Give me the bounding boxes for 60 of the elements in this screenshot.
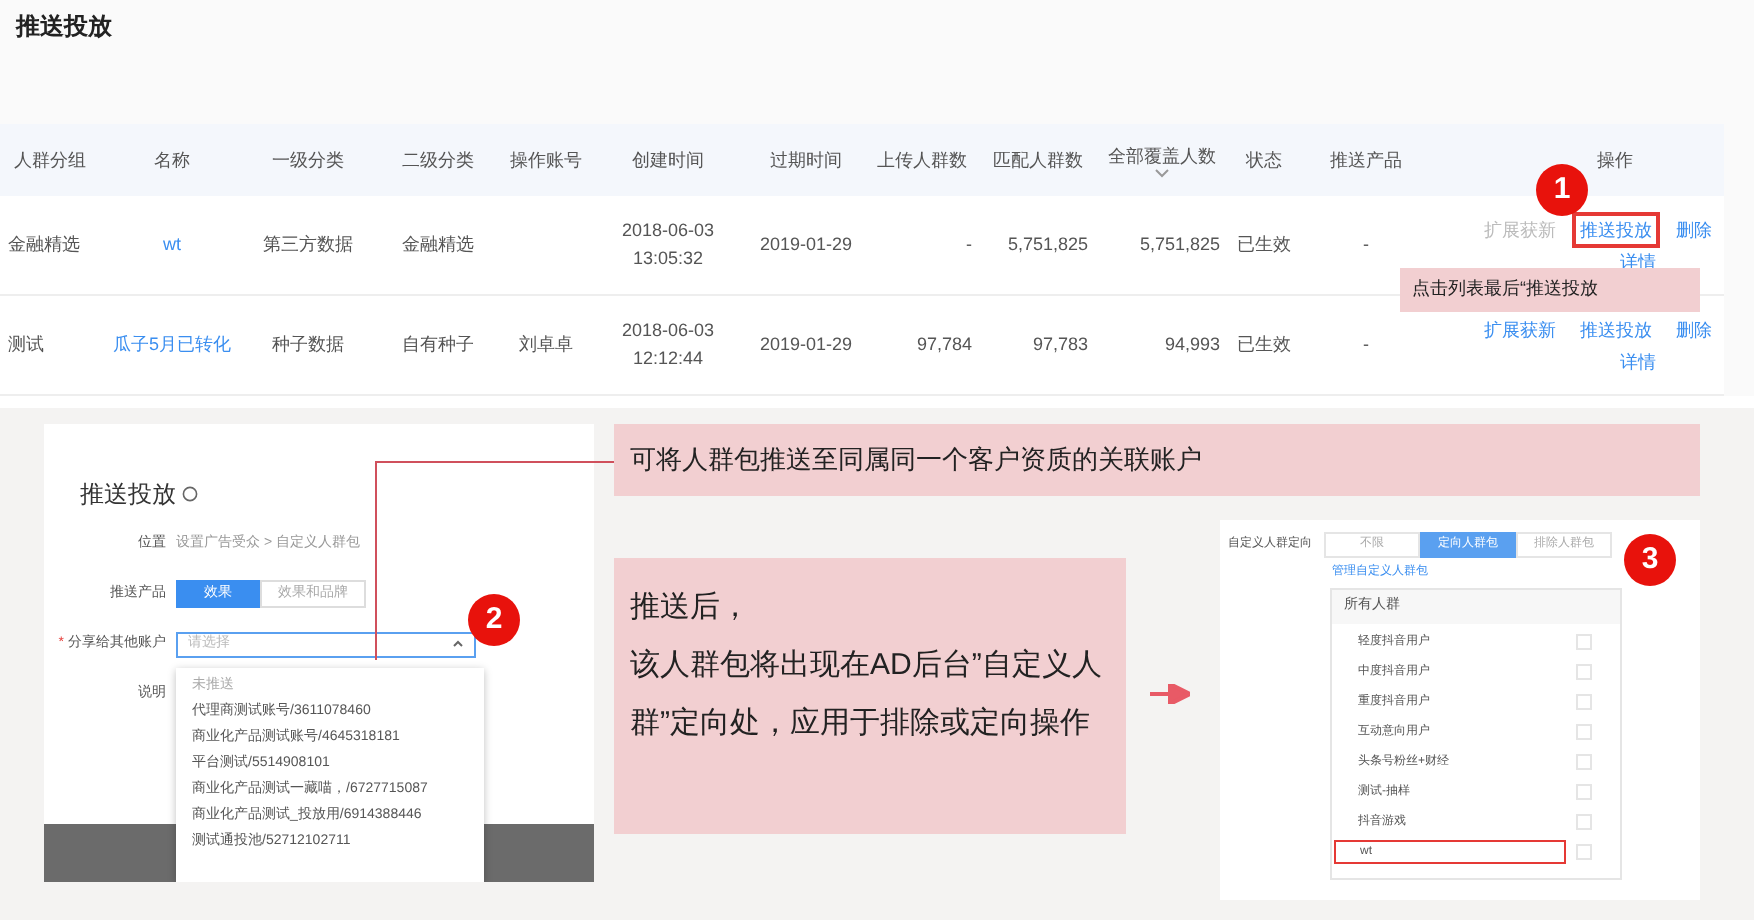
checkbox[interactable] bbox=[1576, 814, 1592, 830]
column-header: 名称 bbox=[154, 148, 190, 172]
table-cell: 94,993 bbox=[1164, 333, 1220, 354]
table-cell: - bbox=[966, 233, 972, 254]
table-cell: 5,751,825 bbox=[1139, 233, 1220, 254]
table-cell: 97,784 bbox=[916, 333, 972, 354]
action-link[interactable]: 扩展获新 bbox=[1480, 315, 1560, 343]
page-title: 推送投放 bbox=[16, 10, 114, 44]
checkbox[interactable] bbox=[1576, 634, 1592, 650]
table-cell: 测试 bbox=[8, 333, 44, 354]
help-icon[interactable] bbox=[182, 486, 198, 502]
column-header: 上传人群数 bbox=[877, 148, 967, 172]
sort-caret-icon[interactable] bbox=[1154, 167, 1170, 177]
step-badge: 3 bbox=[1624, 534, 1676, 586]
column-header: 过期时间 bbox=[770, 148, 842, 172]
table-cell: 金融精选 bbox=[402, 233, 474, 254]
column-header: 状态 bbox=[1246, 148, 1282, 172]
table-cell: 自有种子 bbox=[402, 333, 474, 354]
column-header: 操作 bbox=[1597, 148, 1633, 172]
column-header: 人群分组 bbox=[14, 148, 86, 172]
action-link[interactable]: 推送投放 bbox=[1576, 315, 1656, 343]
table-cell: 2018-06-03 12:12:44 bbox=[621, 320, 715, 367]
action-link[interactable]: 推送投放 bbox=[1576, 215, 1656, 243]
column-header: 二级分类 bbox=[402, 148, 474, 172]
checkbox[interactable] bbox=[1576, 664, 1592, 680]
column-header: 匹配人群数 bbox=[993, 148, 1083, 172]
table-cell: - bbox=[1363, 333, 1369, 354]
checkbox[interactable] bbox=[1576, 724, 1592, 740]
table-cell: 2018-06-03 13:05:32 bbox=[621, 220, 715, 267]
table-cell: 金融精选 bbox=[8, 233, 80, 254]
table-cell: 已生效 bbox=[1237, 233, 1291, 254]
checkbox[interactable] bbox=[1576, 844, 1592, 860]
column-header: 推送产品 bbox=[1330, 148, 1402, 172]
table-cell: 第三方数据 bbox=[263, 233, 353, 254]
column-header: 创建时间 bbox=[632, 148, 704, 172]
table-cell: 5,751,825 bbox=[1007, 233, 1088, 254]
table-cell[interactable]: wt bbox=[163, 233, 181, 254]
column-header: 操作账号 bbox=[510, 148, 582, 172]
arrow-icon bbox=[1150, 684, 1190, 704]
action-link[interactable]: 详情 bbox=[1616, 347, 1660, 375]
checkbox[interactable] bbox=[1576, 754, 1592, 770]
table-cell: - bbox=[1363, 233, 1369, 254]
checkbox[interactable] bbox=[1576, 784, 1592, 800]
action-link[interactable]: 删除 bbox=[1672, 315, 1716, 343]
table-cell: 已生效 bbox=[1237, 333, 1291, 354]
callout-note: 推送后， 该人群包将出现在AD后台”自定义人群”定向处，应用于排除或定向操作 bbox=[614, 558, 1126, 834]
table-cell: 2019-01-29 bbox=[759, 233, 853, 254]
action-link[interactable]: 删除 bbox=[1672, 215, 1716, 243]
column-header: 全部覆盖人数 bbox=[1108, 143, 1216, 167]
table-cell[interactable]: 瓜子5月已转化 bbox=[112, 333, 231, 354]
caret-up-icon bbox=[452, 640, 464, 648]
callout-note: 点击列表最后“推送投放 bbox=[1400, 268, 1700, 312]
table-cell: 2019-01-29 bbox=[759, 333, 853, 354]
checkbox[interactable] bbox=[1576, 694, 1592, 710]
table-cell: 种子数据 bbox=[272, 333, 344, 354]
callout-note: 可将人群包推送至同属同一个客户资质的关联账户 bbox=[614, 424, 1700, 496]
table-cell: 97,783 bbox=[1032, 333, 1088, 354]
table-cell: 刘卓卓 bbox=[519, 333, 573, 354]
column-header: 一级分类 bbox=[272, 148, 344, 172]
dialog-title: 推送投放 bbox=[80, 478, 176, 512]
